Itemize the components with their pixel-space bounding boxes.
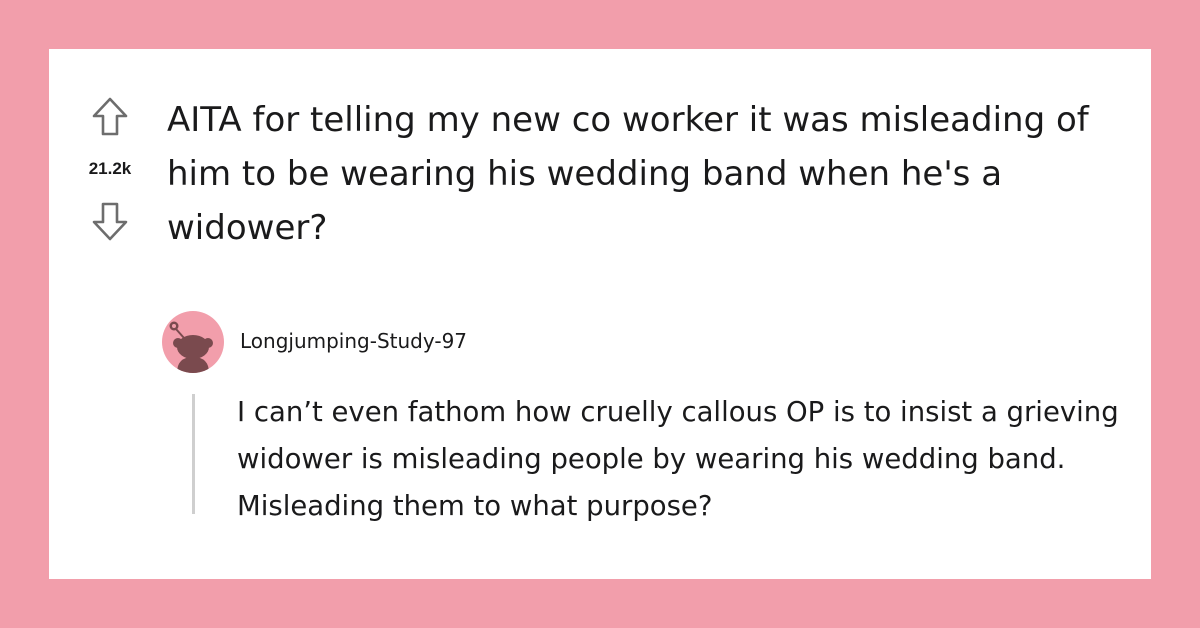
post-card: 21.2k AITA for telling my new co worker … — [49, 49, 1151, 579]
avatar[interactable] — [162, 311, 224, 373]
arrow-up-icon — [92, 97, 128, 136]
downvote-button[interactable] — [91, 201, 129, 241]
comment-username[interactable]: Longjumping-Study-97 — [240, 329, 467, 353]
upvote-button[interactable] — [91, 97, 129, 137]
snoo-avatar-icon — [169, 321, 213, 373]
thread-line[interactable] — [192, 394, 195, 514]
post-title[interactable]: AITA for telling my new co worker it was… — [167, 93, 1127, 255]
arrow-down-icon — [92, 202, 128, 241]
vote-column: 21.2k — [67, 97, 153, 247]
vote-count: 21.2k — [88, 159, 132, 178]
comment-body: I can’t even fathom how cruelly callous … — [237, 396, 1119, 522]
